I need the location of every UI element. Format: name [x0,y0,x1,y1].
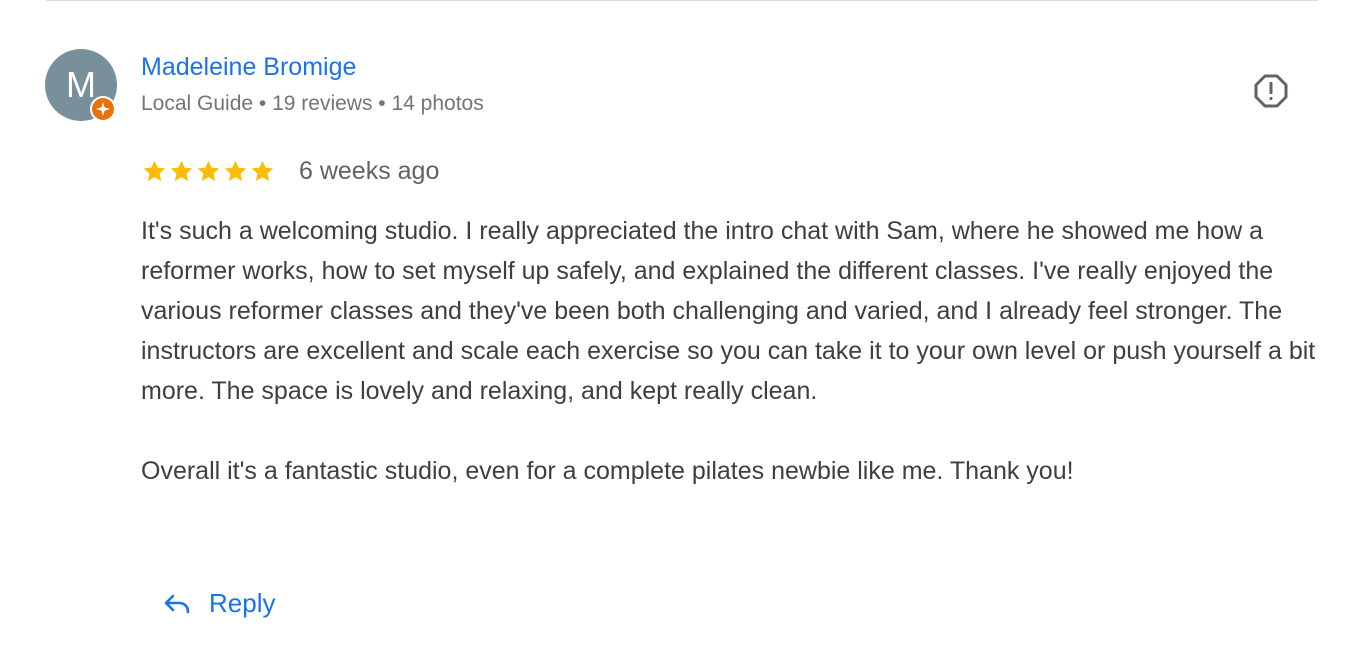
star-icon [170,160,193,181]
star-icon [224,160,247,181]
star-icon [251,160,274,181]
review-paragraph: Overall it's a fantastic studio, even fo… [141,457,1074,485]
star-rating [141,158,276,185]
divider [46,0,1318,1]
review-text: It's such a welcoming studio. I really a… [141,211,1331,491]
review-date: 6 weeks ago [299,156,440,185]
rating-row: 6 weeks ago [141,155,439,187]
reviewer-name-link[interactable]: Madeleine Bromige [141,53,356,82]
report-review-button[interactable] [1250,70,1292,112]
reviewer-meta: Local Guide • 19 reviews • 14 photos [141,92,484,115]
report-flag-icon [1254,74,1288,108]
reply-button[interactable]: Reply [150,576,287,630]
review-paragraph: It's such a welcoming studio. I really a… [141,217,1316,405]
reply-arrow-icon [164,594,190,614]
star-icon [143,160,166,181]
local-guide-badge-icon [90,96,116,122]
reply-label: Reply [209,587,276,618]
star-icon [197,160,220,181]
review-card: M Madeleine Bromige Local Guide • 19 rev… [0,0,1366,660]
